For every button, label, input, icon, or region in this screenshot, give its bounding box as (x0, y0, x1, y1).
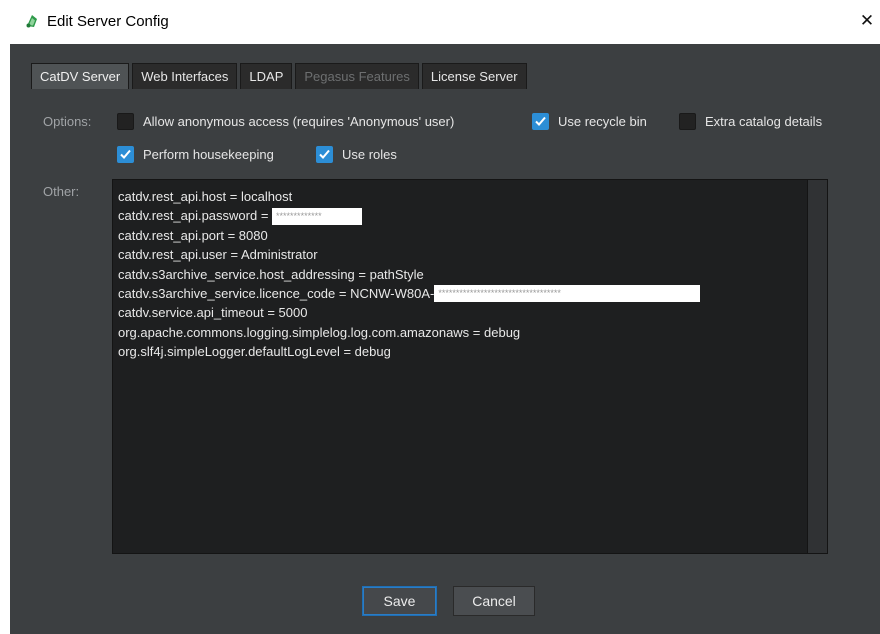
perform-housekeeping-label: Perform housekeeping (143, 147, 274, 162)
close-button[interactable]: ✕ (854, 6, 880, 36)
perform-housekeeping-checkbox[interactable]: Perform housekeeping (117, 146, 274, 163)
property-line: org.apache.commons.logging.simplelog.log… (118, 324, 521, 340)
textarea-scrollbar[interactable] (807, 180, 827, 553)
window-title: Edit Server Config (47, 13, 169, 30)
use-recycle-bin-label: Use recycle bin (558, 114, 647, 129)
checkmark-icon (117, 146, 134, 163)
catdv-app-icon (24, 13, 40, 29)
property-line: org.slf4j.simpleLogger.defaultLogLevel =… (118, 344, 391, 360)
tab-license-server[interactable]: License Server (421, 63, 527, 89)
checkmark-icon (316, 146, 333, 163)
property-line: catdv.s3archive_service.licence_code = N… (118, 284, 701, 303)
checkbox-unchecked-icon (117, 113, 134, 130)
options-label: Options: (43, 114, 92, 129)
title-bar: Edit Server Config ✕ (0, 0, 880, 44)
property-line: catdv.rest_api.user = Administrator (118, 247, 318, 263)
use-roles-checkbox[interactable]: Use roles (316, 146, 397, 163)
other-properties-textarea[interactable]: catdv.rest_api.host = localhost catdv.re… (112, 179, 828, 554)
redacted-licence-code: *********************************** (434, 285, 701, 303)
properties-lines: catdv.rest_api.host = localhost catdv.re… (118, 187, 701, 362)
close-icon: ✕ (859, 11, 875, 30)
property-line: catdv.service.api_timeout = 5000 (118, 305, 308, 321)
redacted-password: ************* (272, 207, 363, 225)
use-recycle-bin-checkbox[interactable]: Use recycle bin (532, 113, 647, 130)
allow-anonymous-label: Allow anonymous access (requires 'Anonym… (143, 114, 455, 129)
property-line: catdv.s3archive_service.host_addressing … (118, 266, 424, 282)
tab-strip: CatDV Server Web Interfaces LDAP Pegasus… (31, 63, 530, 89)
other-label: Other: (43, 184, 80, 199)
cancel-button[interactable]: Cancel (453, 586, 535, 616)
extra-catalog-details-label: Extra catalog details (705, 114, 823, 129)
tab-catdv-server[interactable]: CatDV Server (31, 63, 130, 89)
edit-server-config-window: Edit Server Config ✕ CatDV Server Web In… (0, 0, 880, 634)
property-line: catdv.rest_api.port = 8080 (118, 227, 268, 243)
use-roles-label: Use roles (342, 147, 397, 162)
tab-pegasus-features: Pegasus Features (295, 63, 419, 89)
tab-ldap[interactable]: LDAP (240, 63, 293, 89)
property-line: catdv.rest_api.password = ************* (118, 206, 700, 225)
property-line: catdv.rest_api.host = localhost (118, 189, 293, 204)
checkbox-unchecked-icon (679, 113, 696, 130)
save-button[interactable]: Save (362, 586, 437, 616)
allow-anonymous-checkbox[interactable]: Allow anonymous access (requires 'Anonym… (117, 113, 454, 130)
extra-catalog-details-checkbox[interactable]: Extra catalog details (679, 113, 822, 130)
checkmark-icon (532, 113, 549, 130)
tab-web-interfaces[interactable]: Web Interfaces (132, 63, 238, 89)
dialog-body: CatDV Server Web Interfaces LDAP Pegasus… (10, 44, 880, 634)
